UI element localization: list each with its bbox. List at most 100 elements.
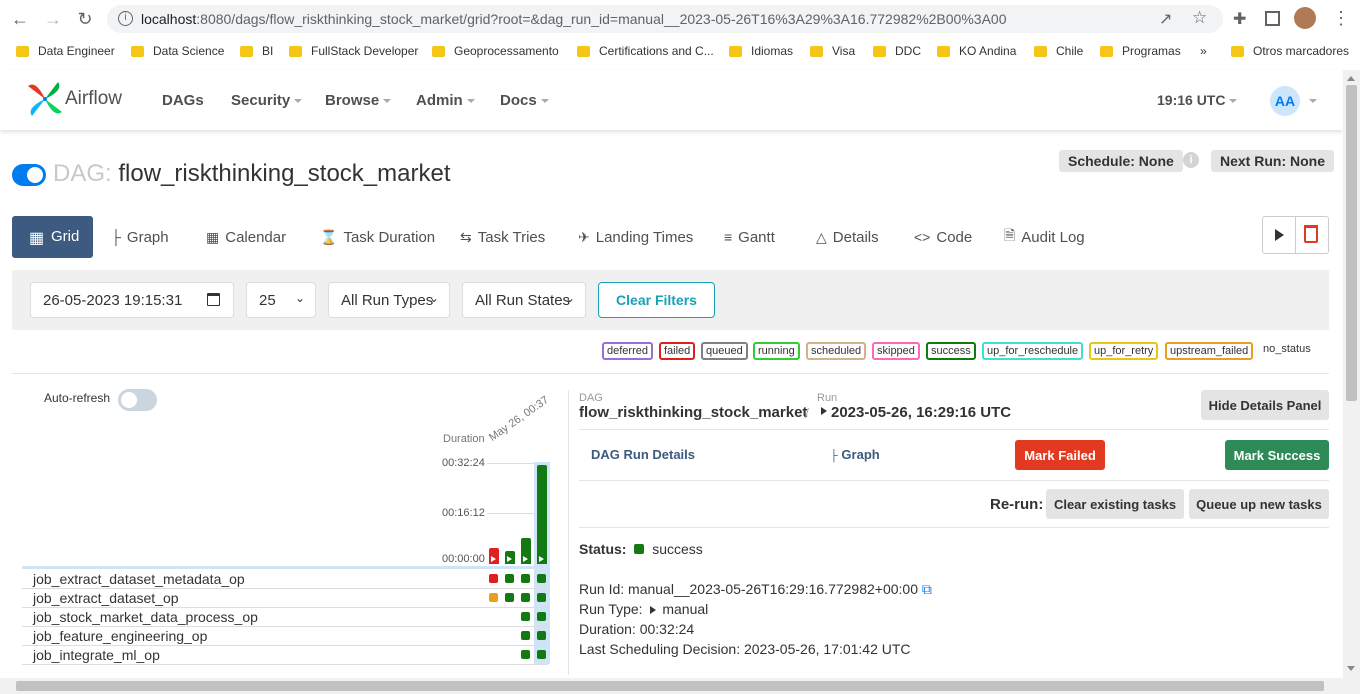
run-duration-bar[interactable] [521, 538, 531, 564]
scroll-up-arrow-icon[interactable] [1347, 76, 1355, 81]
run-duration-bar[interactable] [505, 551, 515, 564]
extensions-icon[interactable]: ✚ [1233, 9, 1246, 29]
menu-browse[interactable]: Browse [325, 92, 392, 109]
task-instance-success[interactable] [505, 593, 514, 602]
task-instance-success[interactable] [537, 593, 546, 602]
bookmark-item[interactable]: Data Engineer [16, 42, 115, 60]
run-duration-bar[interactable] [489, 548, 499, 564]
bookmark-item[interactable]: Visa [810, 42, 855, 60]
hide-details-button[interactable]: Hide Details Panel [1201, 390, 1329, 420]
tab-task-tries[interactable]: ⇆ Task Tries [460, 217, 545, 257]
info-icon[interactable]: i [1183, 152, 1199, 168]
bookmark-item[interactable]: Geoprocessamento [432, 42, 559, 60]
tab-code[interactable]: <> Code [914, 217, 972, 257]
bookmark-item[interactable]: Certifications and C... [577, 42, 714, 60]
share-icon[interactable]: ↗ [1159, 9, 1172, 29]
bookmark-item[interactable]: DDC [873, 42, 921, 60]
reload-icon[interactable]: ↻ [73, 8, 97, 30]
legend-failed[interactable]: failed [659, 342, 696, 360]
info-icon[interactable]: i [118, 11, 133, 26]
mark-success-button[interactable]: Mark Success [1225, 440, 1329, 470]
run-state-select[interactable]: All Run States ⌄ [462, 282, 586, 318]
task-instance-success[interactable] [537, 574, 546, 583]
scroll-down-arrow-icon[interactable] [1347, 666, 1355, 671]
kebab-menu-icon[interactable]: ⋮ [1332, 8, 1350, 29]
legend-running[interactable]: running [753, 342, 800, 360]
vertical-scrollbar[interactable] [1343, 70, 1360, 678]
calendar-picker-icon[interactable] [207, 293, 220, 306]
task-instance-success[interactable] [521, 650, 530, 659]
mark-failed-button[interactable]: Mark Failed [1015, 440, 1105, 470]
task-instance-success[interactable] [521, 612, 530, 621]
airflow-logo-icon[interactable] [26, 80, 64, 118]
legend-scheduled[interactable]: scheduled [806, 342, 867, 360]
address-bar[interactable]: i localhost:8080/dags/flow_riskthinking_… [107, 5, 1223, 33]
tab-graph[interactable]: ├ Graph [111, 217, 169, 257]
task-instance-success[interactable] [537, 631, 546, 640]
task-row[interactable]: job_extract_dataset_metadata_op [22, 570, 548, 589]
clock-dropdown[interactable]: 19:16 UTC [1157, 92, 1238, 108]
user-avatar[interactable]: AA [1270, 86, 1300, 116]
forward-arrow-icon[interactable]: → [41, 8, 65, 30]
task-instance-failed[interactable] [489, 574, 498, 583]
trigger-dag-button[interactable] [1263, 217, 1296, 253]
copy-icon[interactable]: ⧉ [922, 581, 932, 597]
bookmark-item[interactable]: Data Science [131, 42, 224, 60]
horizontal-scrollbar[interactable] [0, 678, 1360, 694]
legend-no-status[interactable]: no_status [1260, 342, 1314, 360]
dag-breadcrumb[interactable]: flow_riskthinking_stock_market [579, 404, 807, 421]
menu-dags[interactable]: DAGs [162, 92, 204, 109]
legend-deferred[interactable]: deferred [602, 342, 653, 360]
tab-grid[interactable]: ▦ Grid [12, 216, 93, 258]
other-bookmarks[interactable]: Otros marcadores [1231, 42, 1349, 60]
queue-new-tasks-button[interactable]: Queue up new tasks [1189, 489, 1329, 519]
menu-docs[interactable]: Docs [500, 92, 549, 109]
tab-details[interactable]: △ Details [816, 217, 879, 257]
scroll-thumb[interactable] [1346, 85, 1357, 401]
num-runs-select[interactable]: 25 ⌄ [246, 282, 316, 318]
run-type-select[interactable]: All Run Types ⌄ [328, 282, 450, 318]
task-instance-success[interactable] [537, 650, 546, 659]
run-breadcrumb[interactable]: 2023-05-26, 16:29:16 UTC [831, 404, 1011, 421]
menu-admin[interactable]: Admin [416, 92, 475, 109]
task-instance-success[interactable] [505, 574, 514, 583]
bookmark-item[interactable]: BI [240, 42, 273, 60]
sidepanel-icon[interactable] [1265, 11, 1280, 26]
back-arrow-icon[interactable]: ← [8, 8, 32, 30]
task-row[interactable]: job_integrate_ml_op [22, 646, 548, 665]
more-bookmarks-button[interactable]: » [1200, 42, 1207, 60]
task-instance-success[interactable] [521, 574, 530, 583]
star-icon[interactable]: ☆ [1192, 8, 1207, 28]
delete-dag-button[interactable] [1304, 225, 1318, 243]
bookmark-item[interactable]: Programas [1100, 42, 1181, 60]
task-instance-success[interactable] [537, 612, 546, 621]
legend-upstream-failed[interactable]: upstream_failed [1165, 342, 1254, 360]
task-instance-success[interactable] [521, 593, 530, 602]
legend-success[interactable]: success [926, 342, 976, 360]
clear-existing-tasks-button[interactable]: Clear existing tasks [1046, 489, 1184, 519]
task-row[interactable]: job_stock_market_data_process_op [22, 608, 548, 627]
execution-date-input[interactable]: 26-05-2023 19:15:31 [30, 282, 234, 318]
legend-skipped[interactable]: skipped [872, 342, 920, 360]
legend-queued[interactable]: queued [701, 342, 748, 360]
task-row[interactable]: job_extract_dataset_op [22, 589, 548, 608]
bookmark-item[interactable]: FullStack Developer [289, 42, 418, 60]
bookmark-item[interactable]: Chile [1034, 42, 1083, 60]
task-instance-success[interactable] [521, 631, 530, 640]
bookmark-item[interactable]: KO Andina [937, 42, 1016, 60]
hscroll-thumb[interactable] [16, 681, 1324, 691]
task-row[interactable]: job_feature_engineering_op [22, 627, 548, 646]
run-duration-bar[interactable] [537, 465, 547, 564]
user-caret-icon[interactable] [1309, 99, 1317, 103]
tab-calendar[interactable]: ▦ Calendar [206, 217, 286, 257]
tab-gantt[interactable]: ≡ Gantt [724, 217, 775, 257]
task-instance-upstream-failed[interactable] [489, 593, 498, 602]
run-graph-link[interactable]: ├ Graph [830, 447, 880, 462]
bookmark-item[interactable]: Idiomas [729, 42, 793, 60]
menu-security[interactable]: Security [231, 92, 303, 109]
auto-refresh-toggle[interactable] [118, 389, 157, 411]
dag-run-details-link[interactable]: DAG Run Details [591, 447, 695, 462]
legend-up-for-retry[interactable]: up_for_retry [1089, 342, 1159, 360]
profile-avatar[interactable] [1294, 7, 1316, 29]
tab-audit-log[interactable]: 🗎 Audit Log [1004, 217, 1085, 257]
